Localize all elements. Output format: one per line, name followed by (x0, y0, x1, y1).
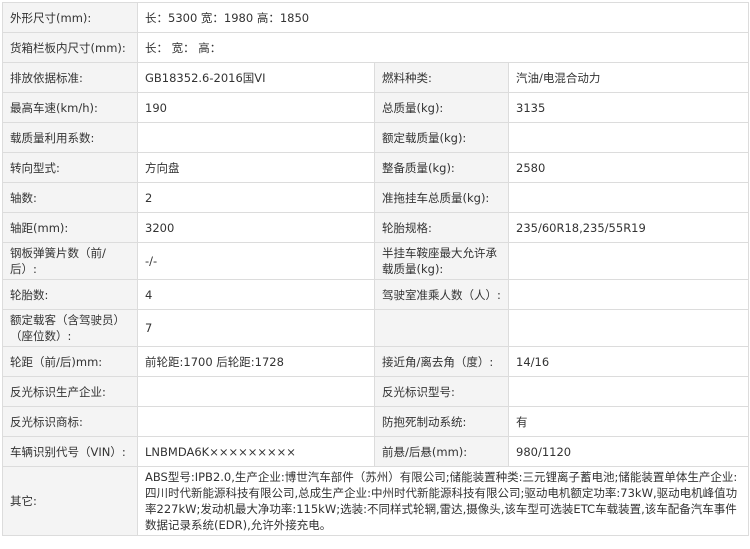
table-row: 车辆识别代号（VIN）: LNBMDA6K××××××××× 前悬/后悬(mm)… (2, 436, 750, 467)
spec-value (507, 122, 750, 153)
spec-value: 长：5300 宽：1980 高：1850 (136, 2, 750, 33)
other-text: ABS型号:IPB2.0,生产企业:博世汽车部件（苏州）有限公司;储能装置种类:… (136, 466, 750, 536)
spec-value (507, 279, 750, 310)
spec-label: 反光标识型号: (374, 376, 509, 407)
table-row: 货箱栏板内尺寸(mm): 长： 宽： 高： (2, 32, 750, 63)
spec-label: 防抱死制动系统: (374, 406, 509, 437)
spec-value: 980/1120 (507, 436, 750, 467)
spec-label: 轮胎规格: (374, 212, 509, 243)
spec-label: 载质量利用系数: (2, 122, 138, 153)
spec-label: 外形尺寸(mm): (2, 2, 138, 33)
spec-label: 排放依据标准: (2, 62, 138, 93)
table-row: 反光标识商标: 防抱死制动系统: 有 (2, 406, 750, 437)
spec-value: 7 (137, 309, 375, 347)
table-row: 轴数: 2 准拖挂车总质量(kg): (2, 182, 750, 213)
spec-value: 长： 宽： 高： (136, 32, 750, 63)
spec-value: 235/60R18,235/55R19 (507, 212, 750, 243)
spec-label: 轴数: (2, 182, 138, 213)
spec-label: 反光标识商标: (2, 406, 138, 437)
spec-label: 车辆识别代号（VIN）: (2, 436, 138, 467)
table-row: 轮距（前/后)mm: 前轮距:1700 后轮距:1728 接近角/离去角（度）:… (2, 346, 750, 377)
spec-value (507, 182, 750, 213)
table-row: 转向型式: 方向盘 整备质量(kg): 2580 (2, 152, 750, 183)
spec-value: 4 (137, 279, 375, 310)
table-row: 反光标识生产企业: 反光标识型号: (2, 376, 750, 407)
spec-value (137, 122, 375, 153)
spec-label: 钢板弹簧片数（前/后）: (2, 242, 138, 280)
spec-table: 外形尺寸(mm): 长：5300 宽：1980 高：1850 货箱栏板内尺寸(m… (2, 2, 750, 536)
spec-label: 额定载质量(kg): (374, 122, 509, 153)
spec-value: GB18352.6-2016国VI (137, 62, 375, 93)
spec-value: 2 (137, 182, 375, 213)
table-row: 排放依据标准: GB18352.6-2016国VI 燃料种类: 汽油/电混合动力 (2, 62, 750, 93)
spec-label: 额定载客（含驾驶员）（座位数）: (2, 309, 138, 347)
spec-label: 燃料种类: (374, 62, 509, 93)
spec-label: 半挂车鞍座最大允许承载质量(kg): (374, 242, 509, 280)
spec-label: 驾驶室准乘人数（人）: (374, 279, 509, 310)
table-row: 外形尺寸(mm): 长：5300 宽：1980 高：1850 (2, 2, 750, 33)
spec-label: 货箱栏板内尺寸(mm): (2, 32, 138, 63)
spec-label: 最高车速(km/h): (2, 92, 138, 123)
table-row: 最高车速(km/h): 190 总质量(kg): 3135 (2, 92, 750, 123)
spec-label: 反光标识生产企业: (2, 376, 138, 407)
spec-value: 2580 (507, 152, 750, 183)
table-row: 其它: ABS型号:IPB2.0,生产企业:博世汽车部件（苏州）有限公司;储能装… (2, 466, 750, 536)
spec-label: 轮距（前/后)mm: (2, 346, 138, 377)
spec-value: 有 (507, 406, 750, 437)
spec-value: LNBMDA6K××××××××× (137, 436, 375, 467)
spec-label: 转向型式: (2, 152, 138, 183)
spec-label: 准拖挂车总质量(kg): (374, 182, 509, 213)
table-row: 额定载客（含驾驶员）（座位数）: 7 (2, 309, 750, 347)
spec-label: 总质量(kg): (374, 92, 509, 123)
spec-value: 3135 (507, 92, 750, 123)
spec-label: 整备质量(kg): (374, 152, 509, 183)
spec-label (374, 309, 509, 347)
spec-value: -/- (137, 242, 375, 280)
spec-value: 前轮距:1700 后轮距:1728 (137, 346, 375, 377)
spec-value (137, 406, 375, 437)
table-row: 钢板弹簧片数（前/后）: -/- 半挂车鞍座最大允许承载质量(kg): (2, 242, 750, 280)
spec-value (507, 376, 750, 407)
other-label: 其它: (2, 466, 138, 536)
table-row: 轮胎数: 4 驾驶室准乘人数（人）: (2, 279, 750, 310)
spec-label: 轴距(mm): (2, 212, 138, 243)
spec-value: 190 (137, 92, 375, 123)
spec-value (507, 242, 750, 280)
table-row: 载质量利用系数: 额定载质量(kg): (2, 122, 750, 153)
table-row: 轴距(mm): 3200 轮胎规格: 235/60R18,235/55R19 (2, 212, 750, 243)
spec-value: 汽油/电混合动力 (507, 62, 750, 93)
spec-value: 14/16 (507, 346, 750, 377)
spec-value: 方向盘 (137, 152, 375, 183)
spec-value (137, 376, 375, 407)
spec-label: 轮胎数: (2, 279, 138, 310)
spec-label: 接近角/离去角（度）: (374, 346, 509, 377)
spec-value: 3200 (137, 212, 375, 243)
spec-label: 前悬/后悬(mm): (374, 436, 509, 467)
spec-value (507, 309, 750, 347)
